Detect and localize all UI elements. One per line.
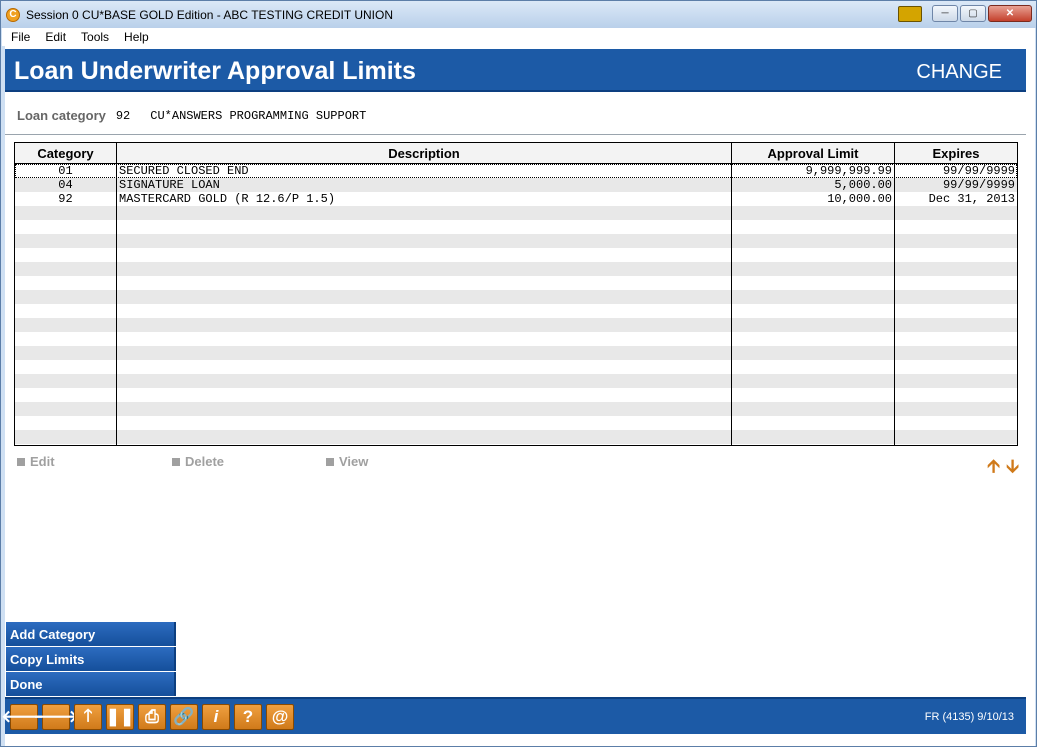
add-category-button[interactable]: Add Category <box>6 622 176 646</box>
close-button[interactable]: ✕ <box>988 5 1032 22</box>
cell-description: MASTERCARD GOLD (R 12.6/P 1.5) <box>117 192 732 206</box>
empty-row <box>15 276 1017 290</box>
lock-icon <box>898 5 922 22</box>
view-label: View <box>339 454 369 469</box>
maximize-button[interactable]: ▢ <box>960 5 986 22</box>
empty-row <box>15 402 1017 416</box>
minimize-button[interactable]: ─ <box>932 5 958 22</box>
empty-row <box>15 234 1017 248</box>
cell-approval-limit: 10,000.00 <box>732 192 895 206</box>
loan-category-code: 92 <box>115 108 131 123</box>
print-icon[interactable]: ⎙ <box>138 704 166 730</box>
cell-description: SECURED CLOSED END <box>117 164 732 178</box>
empty-row <box>15 360 1017 374</box>
cell-description: SIGNATURE LOAN <box>117 178 732 192</box>
empty-row <box>15 304 1017 318</box>
empty-row <box>15 430 1017 444</box>
cu-app-icon: C <box>6 7 20 22</box>
edit-action[interactable]: Edit <box>17 454 172 469</box>
loan-category-info: Loan category 92 CU*ANSWERS PROGRAMMING … <box>17 108 366 123</box>
column-header-category[interactable]: Category <box>15 143 117 163</box>
table-row[interactable]: 04 SIGNATURE LOAN 5,000.00 99/99/9999 <box>15 178 1017 192</box>
cell-expires: Dec 31, 2013 <box>928 192 1015 206</box>
table-row[interactable]: 92 MASTERCARD GOLD (R 12.6/P 1.5) 10,000… <box>15 192 1017 206</box>
screen-code: FR (4135) 9/10/13 <box>924 711 1014 723</box>
mode-indicator: CHANGE <box>916 61 1002 83</box>
menu-tools[interactable]: Tools <box>72 30 115 44</box>
cell-category: 92 <box>15 192 117 206</box>
empty-row <box>15 332 1017 346</box>
empty-row <box>15 388 1017 402</box>
loan-category-label: Loan category <box>17 108 106 123</box>
empty-row <box>15 290 1017 304</box>
scroll-down-icon[interactable]: 🡫 <box>1006 454 1019 484</box>
page-header: Loan Underwriter Approval Limits CHANGE <box>5 49 1026 92</box>
menu-help[interactable]: Help <box>115 30 155 44</box>
edit-label: Edit <box>30 454 55 469</box>
cell-approval-limit: 5,000.00 <box>732 178 895 192</box>
divider <box>5 134 1026 135</box>
email-icon[interactable]: @ <box>266 704 294 730</box>
empty-row <box>15 262 1017 276</box>
menu-file[interactable]: File <box>2 30 36 44</box>
square-bullet-icon <box>172 457 180 466</box>
title-bar: C Session 0 CU*BASE GOLD Edition - ABC T… <box>1 1 1036 28</box>
limits-table: Category Description Approval Limit Expi… <box>14 142 1018 446</box>
empty-row <box>15 248 1017 262</box>
done-button[interactable]: Done <box>6 672 176 696</box>
square-bullet-icon <box>326 457 334 466</box>
column-header-approval-limit[interactable]: Approval Limit <box>732 143 895 163</box>
menu-edit[interactable]: Edit <box>36 30 72 44</box>
view-action[interactable]: View <box>326 454 368 469</box>
tool-icons: 🡐 🡒 🡑 ❚❚ ⎙ 🔗 i ? @ <box>1 704 294 730</box>
scroll-arrows: 🡩 🡫 <box>987 454 1019 484</box>
scroll-up-icon[interactable]: 🡩 <box>987 454 1000 484</box>
window-title: Session 0 CU*BASE GOLD Edition - ABC TES… <box>26 7 393 22</box>
pause-icon[interactable]: ❚❚ <box>106 704 134 730</box>
footer-toolbar: 🡐 🡒 🡑 ❚❚ ⎙ 🔗 i ? @ FR (4135) 9/10/13 <box>1 697 1026 734</box>
delete-action[interactable]: Delete <box>172 454 326 469</box>
cell-expires: 99/99/9999 <box>942 164 1015 178</box>
table-header: Category Description Approval Limit Expi… <box>15 143 1017 164</box>
cell-approval-limit: 9,999,999.99 <box>732 164 895 178</box>
menu-bar: File Edit Tools Help <box>2 28 1035 46</box>
empty-row <box>15 416 1017 430</box>
empty-row <box>15 444 1017 445</box>
delete-label: Delete <box>185 454 225 469</box>
empty-row <box>15 206 1017 220</box>
empty-row <box>15 318 1017 332</box>
application-window: C Session 0 CU*BASE GOLD Edition - ABC T… <box>0 0 1037 747</box>
cell-category: 01 <box>15 164 117 178</box>
help-icon[interactable]: ? <box>234 704 262 730</box>
action-buttons: Add Category Copy Limits Done <box>6 622 176 697</box>
square-bullet-icon <box>17 457 25 466</box>
column-header-description[interactable]: Description <box>117 143 732 163</box>
row-actions: Edit Delete View <box>17 454 368 469</box>
link-icon[interactable]: 🔗 <box>170 704 198 730</box>
empty-row <box>15 220 1017 234</box>
copy-limits-button[interactable]: Copy Limits <box>6 647 176 671</box>
table-body: 01 SECURED CLOSED END 9,999,999.99 99/99… <box>15 164 1017 445</box>
info-icon[interactable]: i <box>202 704 230 730</box>
table-row[interactable]: 01 SECURED CLOSED END 9,999,999.99 99/99… <box>15 164 1017 178</box>
cell-category: 04 <box>15 178 117 192</box>
loan-category-name: CU*ANSWERS PROGRAMMING SUPPORT <box>150 108 367 123</box>
empty-row <box>15 374 1017 388</box>
empty-row <box>15 346 1017 360</box>
up-arrow-icon[interactable]: 🡑 <box>74 704 102 730</box>
window-controls: ─ ▢ ✕ <box>898 5 1032 22</box>
main-content: Loan Underwriter Approval Limits CHANGE … <box>1 46 1035 746</box>
column-header-expires[interactable]: Expires <box>895 143 1017 163</box>
forward-arrow-icon[interactable]: 🡒 <box>33 704 79 730</box>
cell-expires: 99/99/9999 <box>942 178 1015 192</box>
page-title: Loan Underwriter Approval Limits <box>14 57 416 85</box>
